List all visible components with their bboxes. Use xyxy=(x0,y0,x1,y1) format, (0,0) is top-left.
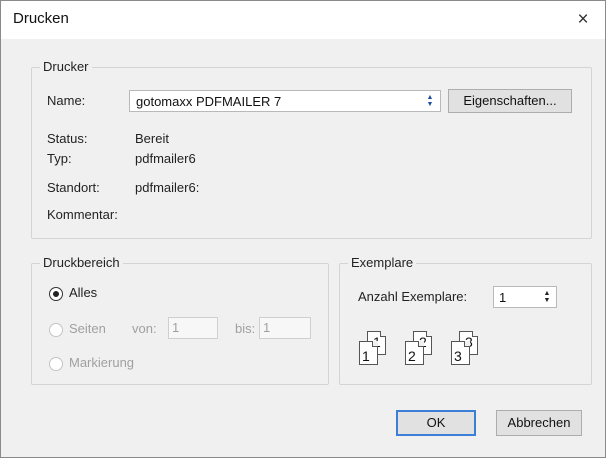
print-dialog: Drucken × Drucker Name: gotomaxx PDFMAIL… xyxy=(0,0,606,458)
copies-group-label: Exemplare xyxy=(348,255,417,270)
from-input[interactable]: 1 xyxy=(168,317,218,339)
collate-icon: 1 1 2 2 3 3 xyxy=(355,331,495,375)
printer-name-select[interactable]: gotomaxx PDFMAILER 7 ▲ ▼ xyxy=(129,90,441,112)
collate-page-front: 2 xyxy=(405,341,424,365)
copies-count-stepper[interactable]: 1 ▲ ▼ xyxy=(493,286,557,308)
printer-name-value: gotomaxx PDFMAILER 7 xyxy=(136,94,282,109)
radio-all-label[interactable]: Alles xyxy=(69,285,97,300)
copies-count-label: Anzahl Exemplare: xyxy=(358,289,468,304)
location-value: pdfmailer6: xyxy=(135,180,200,195)
ok-button[interactable]: OK xyxy=(396,410,476,436)
collate-page-front: 3 xyxy=(451,341,470,365)
from-label: von: xyxy=(132,321,157,336)
select-spin-arrows-icon[interactable]: ▲ ▼ xyxy=(422,93,438,109)
status-label: Status: xyxy=(47,131,88,146)
dialog-title: Drucken xyxy=(13,10,69,27)
title-bar: Drucken × xyxy=(1,1,605,39)
printer-group-label: Drucker xyxy=(40,59,92,74)
to-label: bis: xyxy=(235,321,256,336)
properties-button[interactable]: Eigenschaften... xyxy=(448,89,572,113)
type-value: pdfmailer6 xyxy=(135,151,196,166)
stepper-arrows-icon[interactable]: ▲ ▼ xyxy=(540,289,554,305)
collate-page-front: 1 xyxy=(359,341,378,365)
radio-pages[interactable] xyxy=(49,323,63,337)
radio-selection[interactable] xyxy=(49,357,63,371)
radio-all[interactable] xyxy=(49,287,63,301)
close-icon[interactable]: × xyxy=(567,5,599,35)
type-label: Typ: xyxy=(47,151,72,166)
copies-count-value: 1 xyxy=(499,290,507,305)
radio-selection-label[interactable]: Markierung xyxy=(69,355,134,370)
radio-pages-label[interactable]: Seiten xyxy=(69,321,106,336)
printer-name-label: Name: xyxy=(47,93,86,108)
comment-label: Kommentar: xyxy=(47,207,118,222)
cancel-button[interactable]: Abbrechen xyxy=(496,410,582,436)
print-range-group-label: Druckbereich xyxy=(40,255,123,270)
location-label: Standort: xyxy=(47,180,100,195)
status-value: Bereit xyxy=(135,131,169,146)
to-input[interactable]: 1 xyxy=(259,317,311,339)
